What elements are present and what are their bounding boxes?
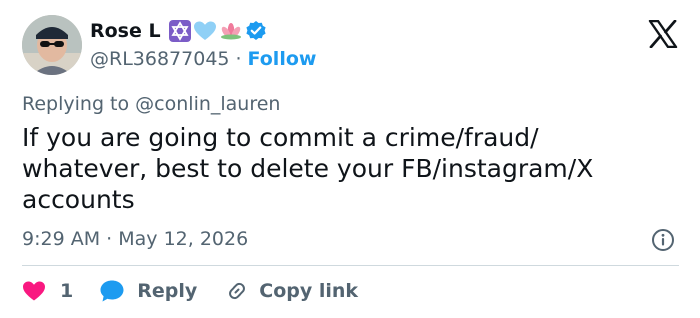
tweet-time[interactable]: 9:29 AM — [22, 228, 100, 250]
tweet-date[interactable]: May 12, 2026 — [118, 228, 248, 250]
replying-to-prefix: Replying to — [22, 93, 130, 115]
info-icon[interactable] — [651, 228, 675, 252]
verified-badge-icon — [246, 21, 266, 40]
author-name-row[interactable]: Rose L — [90, 20, 267, 42]
timestamp-separator: · — [106, 228, 113, 250]
reply-mention-link[interactable]: @conlin_lauren — [135, 93, 280, 115]
divider — [22, 265, 679, 266]
heart-icon — [23, 281, 45, 301]
lotus-icon — [220, 23, 241, 40]
author-handle-row: @RL36877045 · Follow — [90, 48, 316, 70]
reply-label: Reply — [137, 280, 198, 302]
reply-bubble-icon — [100, 280, 124, 302]
author-display-name[interactable]: Rose L — [90, 20, 161, 42]
x-logo-icon[interactable] — [648, 20, 678, 48]
tweet-timestamp[interactable]: 9:29 AM · May 12, 2026 — [22, 228, 248, 250]
copy-link-label: Copy link — [259, 280, 359, 302]
separator-dot: · — [235, 48, 242, 70]
replying-to: Replying to @conlin_lauren — [22, 93, 280, 115]
name-emojis — [168, 20, 267, 42]
like-button[interactable]: 1 — [22, 280, 73, 302]
link-icon — [229, 282, 246, 300]
author-handle[interactable]: @RL36877045 — [90, 48, 230, 70]
action-bar: 1 Reply Copy link — [22, 278, 358, 304]
copy-link-button[interactable]: Copy link — [225, 279, 358, 303]
like-count: 1 — [60, 280, 74, 302]
star-of-david-icon — [168, 20, 191, 42]
reply-button[interactable]: Reply — [99, 279, 197, 303]
avatar[interactable] — [22, 15, 82, 75]
avatar-photo — [22, 15, 82, 75]
light-blue-heart-icon — [193, 21, 216, 40]
follow-button[interactable]: Follow — [248, 48, 317, 70]
tweet-text: If you are going to commit a crime/fraud… — [22, 123, 594, 214]
